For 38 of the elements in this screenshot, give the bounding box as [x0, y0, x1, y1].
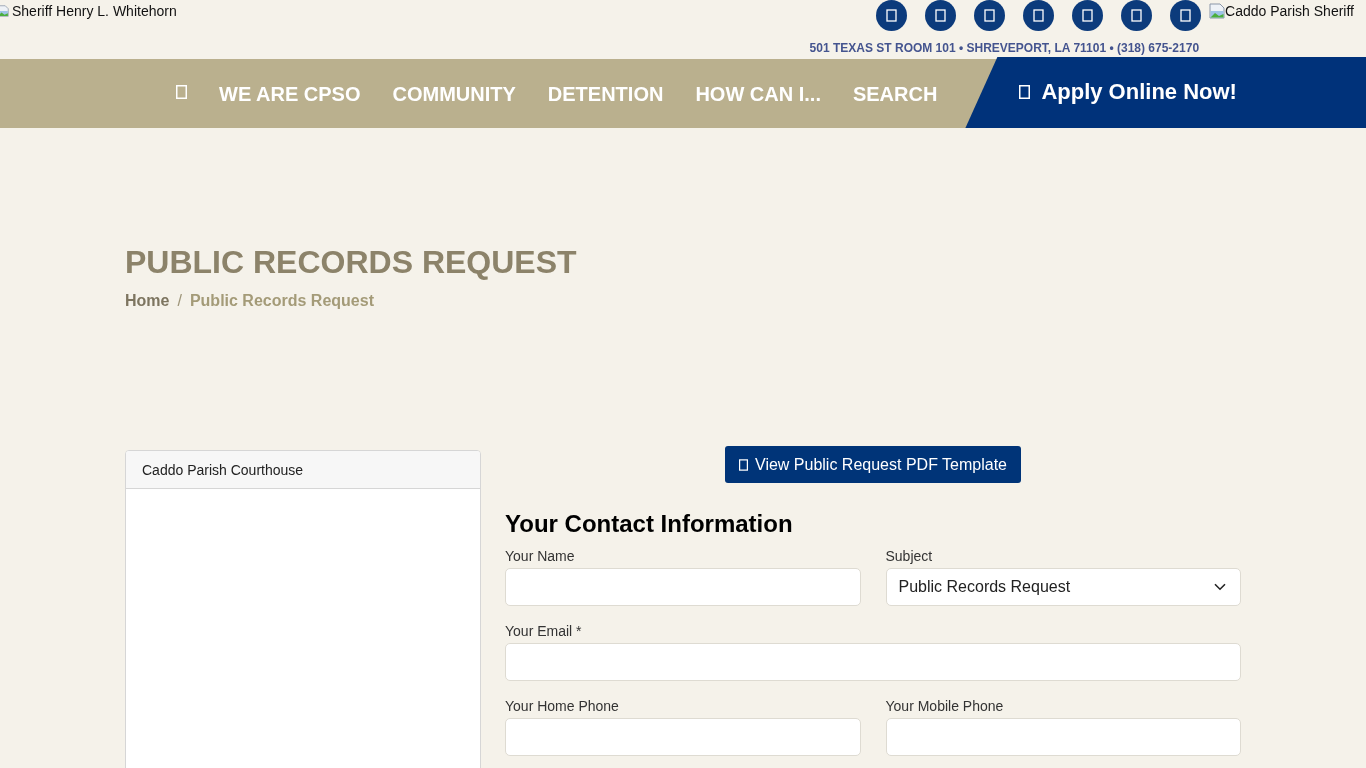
form-heading: Your Contact Information — [505, 509, 794, 538]
circle-glyph-icon[interactable] — [1023, 0, 1055, 31]
field-label: Your Mobile Phone — [885, 698, 1005, 715]
field-label: Your Email * — [505, 623, 583, 640]
broken-image-icon — [1209, 3, 1226, 19]
nav-link[interactable]: DETENTION — [531, 81, 680, 106]
apply-online-button[interactable]: Apply Online Now! — [965, 57, 1366, 128]
card-title: Caddo Parish Courthouse — [142, 461, 304, 478]
badge-alt-text: Caddo Parish Sheriff — [1225, 3, 1354, 19]
chevron-down-icon — [1214, 583, 1226, 591]
text-input-field[interactable] — [505, 568, 861, 606]
box-glyph-icon — [1019, 84, 1031, 99]
logo-alt-text: Sheriff Henry L. Whitehorn — [12, 3, 177, 19]
text-input-field[interactable] — [885, 718, 1241, 756]
field-label: Subject — [885, 548, 934, 565]
breadcrumb-link[interactable]: Home — [125, 291, 170, 311]
circle-glyph-icon[interactable] — [1072, 0, 1104, 31]
circle-glyph-icon[interactable] — [925, 0, 957, 31]
breadcrumb-current: Public Records Request — [189, 291, 374, 311]
field-label: Your Home Phone — [505, 698, 620, 715]
nav-link[interactable]: WE ARE CPSO — [203, 81, 377, 106]
page-title: PUBLIC RECORDS REQUEST — [125, 243, 577, 281]
broken-image-icon — [0, 3, 9, 19]
circle-glyph-icon[interactable] — [1121, 0, 1153, 31]
subject-select[interactable]: Public Records Request — [885, 568, 1241, 606]
box-glyph-icon — [739, 458, 748, 471]
text-input-field[interactable] — [505, 718, 861, 756]
field-label: Your Name — [505, 548, 576, 565]
circle-glyph-icon[interactable] — [876, 0, 908, 31]
address-text: 501 TEXAS ST ROOM 101 • SHREVEPORT, LA 71101 • (318) 675-2170 — [809, 41, 1200, 55]
nav-link[interactable]: HOW CAN I... — [679, 81, 837, 106]
circle-glyph-icon[interactable] — [1170, 0, 1202, 31]
text-input-field[interactable] — [505, 643, 1241, 681]
circle-glyph-icon[interactable] — [974, 0, 1006, 31]
pdf-template-button[interactable]: View Public Request PDF Template — [725, 446, 1021, 483]
nav-link[interactable]: COMMUNITY — [376, 81, 532, 106]
breadcrumb-separator: / — [177, 291, 182, 311]
nav-link[interactable]: SEARCH — [836, 81, 954, 106]
